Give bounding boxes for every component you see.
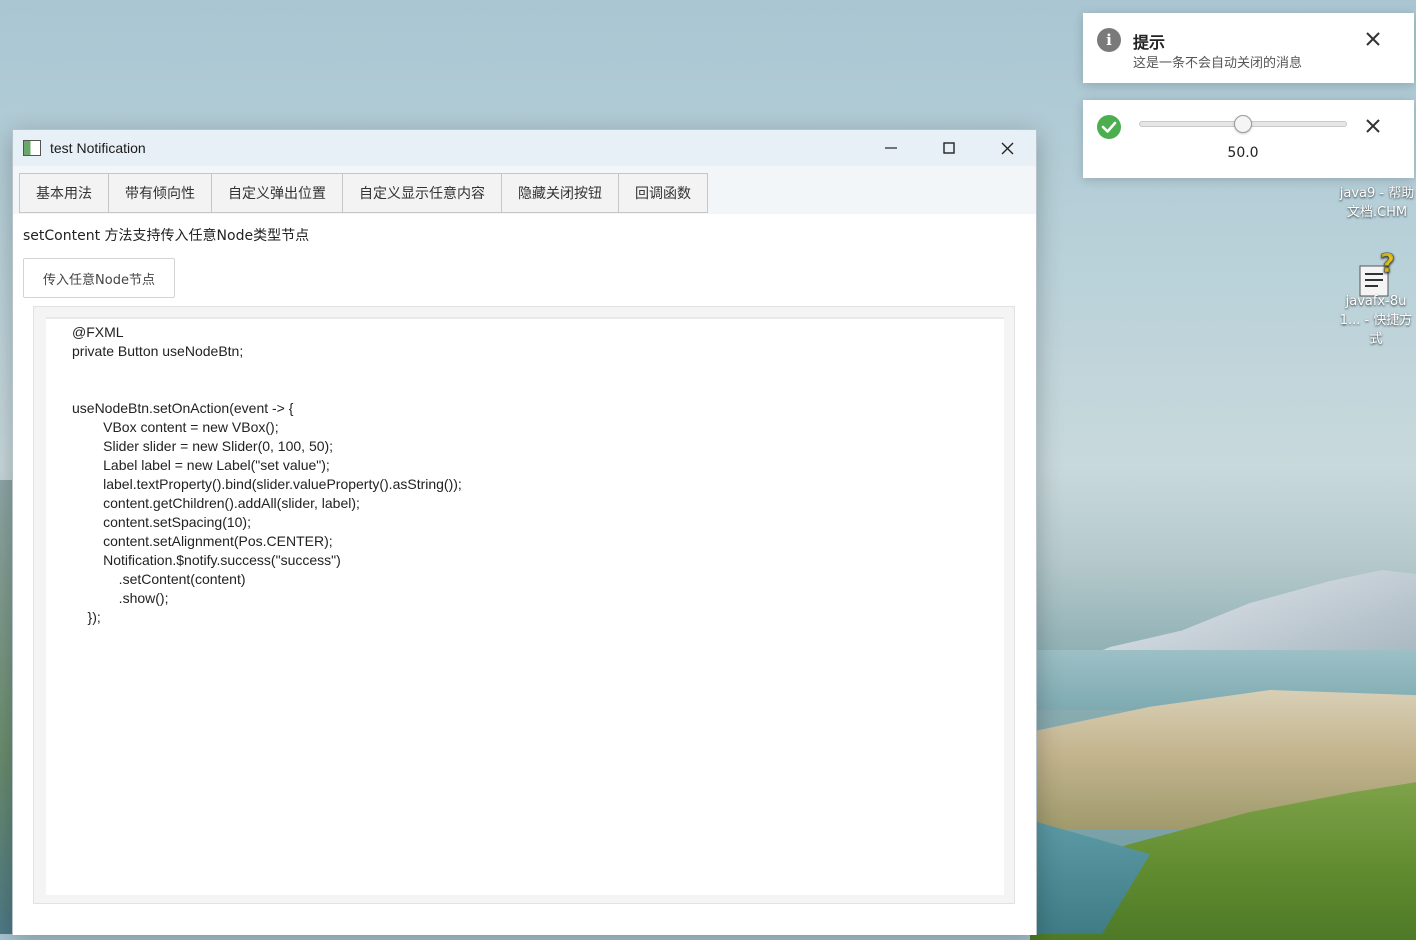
description-text: setContent 方法支持传入任意Node类型节点 — [23, 228, 310, 244]
notification-title: 提示 — [1133, 33, 1166, 52]
tab-custom-position[interactable]: 自定义弹出位置 — [211, 173, 342, 213]
maximize-button[interactable] — [920, 130, 978, 166]
tab-custom-content[interactable]: 自定义显示任意内容 — [342, 173, 501, 213]
check-icon — [1097, 115, 1121, 139]
title-bar[interactable]: test Notification — [13, 130, 1036, 166]
use-node-button[interactable]: 传入任意Node节点 — [23, 258, 175, 298]
notification-close-button[interactable] — [1363, 29, 1383, 49]
code-block: @FXML private Button useNodeBtn; useNode… — [72, 324, 462, 625]
close-window-button[interactable] — [978, 130, 1036, 166]
slider-value-label: 50.0 — [1227, 145, 1259, 161]
close-icon — [1366, 119, 1380, 133]
notification-close-button[interactable] — [1363, 116, 1383, 136]
success-notification: 50.0 — [1083, 100, 1414, 178]
tab-basic-usage[interactable]: 基本用法 — [19, 173, 108, 213]
slider-thumb[interactable] — [1234, 115, 1252, 133]
app-window: test Notification 基本用法 带有倾向性 自定义弹出位置 自定义… — [12, 129, 1037, 935]
close-icon — [1001, 142, 1013, 154]
tab-with-type[interactable]: 带有倾向性 — [108, 173, 211, 213]
svg-text:?: ? — [1380, 250, 1395, 279]
notification-message: 这是一条不会自动关闭的消息 — [1133, 56, 1303, 71]
window-controls — [862, 130, 1036, 166]
code-panel: @FXML private Button useNodeBtn; useNode… — [33, 306, 1015, 904]
close-icon — [1366, 32, 1380, 46]
maximize-icon — [943, 142, 955, 154]
tab-callback[interactable]: 回调函数 — [618, 173, 708, 213]
desktop-icon-label: java9 - 帮助文档.CHM — [1339, 186, 1415, 220]
info-notification: i 提示 这是一条不会自动关闭的消息 — [1083, 13, 1414, 83]
minimize-button[interactable] — [862, 130, 920, 166]
tab-bar: 基本用法 带有倾向性 自定义弹出位置 自定义显示任意内容 隐藏关闭按钮 回调函数 — [13, 166, 1036, 214]
desktop-icon-javafx-shortcut[interactable]: ? javafx-8u1... - 快捷方式 — [1336, 249, 1416, 349]
app-icon — [23, 140, 41, 156]
info-icon: i — [1097, 28, 1121, 52]
window-title: test Notification — [50, 140, 146, 156]
desktop-icon-java9-chm[interactable]: java9 - 帮助文档.CHM — [1338, 184, 1416, 222]
code-text-area[interactable]: @FXML private Button useNodeBtn; useNode… — [46, 317, 1004, 895]
tab-hide-close-button[interactable]: 隐藏关闭按钮 — [501, 173, 618, 213]
value-slider[interactable] — [1139, 115, 1347, 133]
desktop-icon-label: javafx-8u1... - 快捷方式 — [1339, 294, 1413, 347]
minimize-icon — [885, 147, 897, 149]
document-help-icon: ? — [1356, 249, 1396, 297]
